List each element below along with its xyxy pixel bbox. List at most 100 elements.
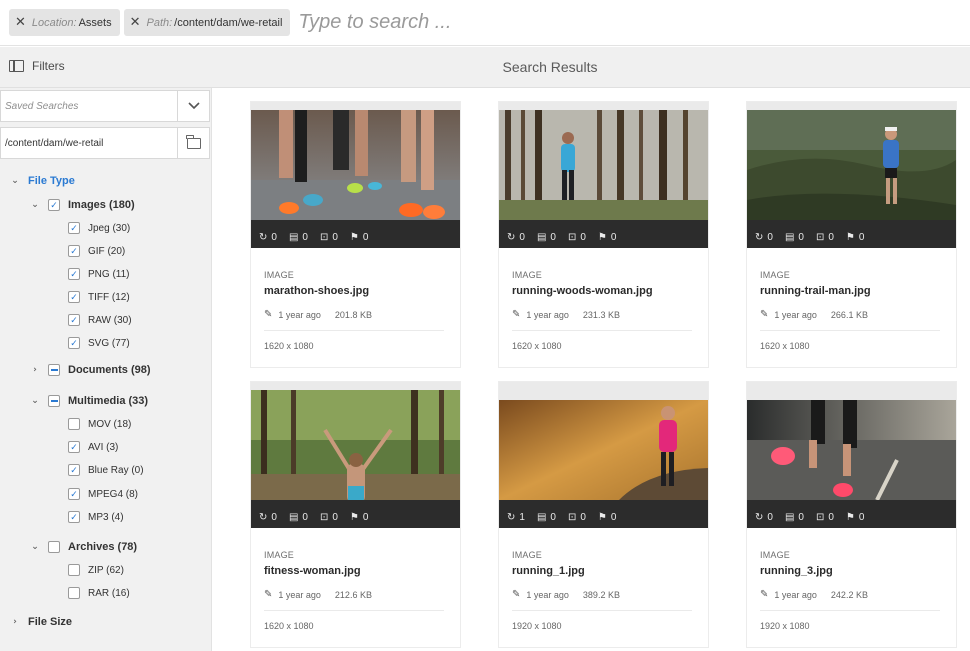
refresh-icon: ↻ — [507, 511, 516, 523]
rar-checkbox[interactable] — [68, 587, 80, 599]
chevron-right-icon[interactable]: › — [30, 365, 40, 375]
comment-stat: ▤ 0 — [288, 511, 308, 523]
filters-toggle-button[interactable]: Filters — [9, 59, 65, 73]
comment-stat: ▤ 0 — [536, 231, 556, 243]
filter-option-jpeg[interactable]: ✓ Jpeg (30) — [68, 222, 130, 234]
filter-option-label: Blue Ray (0) — [88, 464, 144, 476]
asset-type: IMAGE — [264, 550, 295, 560]
filter-option-mpeg4[interactable]: ✓ MPEG4 (8) — [68, 488, 138, 500]
annotation-icon: ⊡ — [567, 511, 577, 523]
saved-searches-select[interactable]: Saved Searches — [0, 90, 210, 122]
asset-thumbnail[interactable]: ↻ 0 ▤ 0 ⊡ 0 ⚑ 0 — [251, 382, 460, 528]
path-field[interactable]: /content/dam/we-retail — [0, 127, 210, 159]
filters-label: Filters — [32, 59, 65, 73]
path-tag[interactable]: ✕ Path: /content/dam/we-retail — [123, 9, 291, 36]
zip-checkbox[interactable] — [68, 564, 80, 576]
asset-thumbnail[interactable]: ↻ 0 ▤ 0 ⊡ 0 ⚑ 0 — [499, 102, 708, 248]
asset-thumbnail[interactable]: ↻ 0 ▤ 0 ⊡ 0 ⚑ 0 — [747, 382, 956, 528]
mpeg4-checkbox[interactable]: ✓ — [68, 488, 80, 500]
asset-thumbnail[interactable]: ↻ 0 ▤ 0 ⊡ 0 ⚑ 0 — [251, 102, 460, 248]
filter-option-label: TIFF (12) — [88, 291, 130, 303]
asset-thumbnail[interactable]: ↻ 1 ▤ 0 ⊡ 0 ⚑ 0 — [499, 382, 708, 528]
annotation-icon: ⊡ — [567, 231, 577, 243]
filter-option-rar[interactable]: RAR (16) — [68, 587, 130, 599]
remove-path-tag-icon[interactable]: ✕ — [130, 15, 141, 30]
annotation-stat: ⊡ 0 — [567, 511, 586, 523]
location-tag[interactable]: ✕ Location: Assets — [9, 9, 120, 36]
asset-card[interactable]: ↻ 0 ▤ 0 ⊡ 0 ⚑ 0 IMAGE fitness-woman.jpg ✎ 1 y… — [251, 382, 460, 647]
tiff-checkbox[interactable]: ✓ — [68, 291, 80, 303]
asset-name[interactable]: running_1.jpg — [512, 565, 702, 577]
file-type-section[interactable]: ⌄ File Type — [10, 175, 75, 187]
avi-checkbox[interactable]: ✓ — [68, 441, 80, 453]
filter-option-svg[interactable]: ✓ SVG (77) — [68, 337, 130, 349]
divider — [760, 610, 940, 611]
asset-size: 242.2 KB — [830, 589, 868, 600]
gif-checkbox[interactable]: ✓ — [68, 245, 80, 257]
documents-checkbox[interactable] — [48, 364, 60, 376]
filter-option-gif[interactable]: ✓ GIF (20) — [68, 245, 125, 257]
version-stat: ↻ 1 — [507, 511, 525, 523]
refresh-icon: ↻ — [259, 231, 268, 243]
chevron-down-icon[interactable]: ⌄ — [30, 396, 40, 406]
archives-group[interactable]: ⌄ Archives (78) — [30, 541, 137, 553]
filter-option-tiff[interactable]: ✓ TIFF (12) — [68, 291, 130, 303]
asset-name[interactable]: running-woods-woman.jpg — [512, 285, 702, 297]
asset-type: IMAGE — [512, 550, 543, 560]
path-browser-button[interactable] — [177, 128, 209, 158]
documents-label: Documents (98) — [68, 364, 151, 376]
raw-checkbox[interactable]: ✓ — [68, 314, 80, 326]
chevron-right-icon[interactable]: › — [10, 617, 20, 627]
asset-card[interactable]: ↻ 1 ▤ 0 ⊡ 0 ⚑ 0 IMAGE running_1.jpg ✎ 1 year … — [499, 382, 708, 647]
filter-option-label: AVI (3) — [88, 441, 119, 453]
asset-card[interactable]: ↻ 0 ▤ 0 ⊡ 0 ⚑ 0 IMAGE running_3.jpg ✎ 1 year … — [747, 382, 956, 647]
asset-meta: IMAGE fitness-woman.jpg ✎ 1 year ago 212.6… — [264, 550, 454, 631]
asset-card[interactable]: ↻ 0 ▤ 0 ⊡ 0 ⚑ 0 IMAGE marathon-shoes.jpg ✎ 1 … — [251, 102, 460, 367]
annotation-stat: ⊡ 0 — [815, 231, 834, 243]
chevron-down-icon[interactable]: ⌄ — [30, 542, 40, 552]
asset-stats-bar: ↻ 0 ▤ 0 ⊡ 0 ⚑ 0 — [499, 220, 708, 248]
asset-modified: ✎ 1 year ago 201.8 KB — [264, 309, 372, 320]
asset-card[interactable]: ↻ 0 ▤ 0 ⊡ 0 ⚑ 0 IMAGE running-woods-woman.jp… — [499, 102, 708, 367]
file-size-section[interactable]: › File Size — [10, 616, 72, 628]
filter-option-png[interactable]: ✓ PNG (11) — [68, 268, 130, 280]
path-value[interactable]: /content/dam/we-retail — [1, 138, 177, 149]
asset-name[interactable]: running-trail-man.jpg — [760, 285, 950, 297]
asset-stats-bar: ↻ 0 ▤ 0 ⊡ 0 ⚑ 0 — [747, 220, 956, 248]
chevron-down-icon[interactable]: ⌄ — [10, 176, 20, 186]
multimedia-group[interactable]: ⌄ Multimedia (33) — [30, 395, 148, 407]
filter-option-raw[interactable]: ✓ RAW (30) — [68, 314, 132, 326]
asset-name[interactable]: marathon-shoes.jpg — [264, 285, 454, 297]
comment-icon: ▤ — [288, 231, 299, 243]
filter-option-mov[interactable]: MOV (18) — [68, 418, 131, 430]
chevron-down-icon[interactable]: ⌄ — [30, 200, 40, 210]
task-stat: ⚑ 0 — [597, 231, 617, 243]
asset-thumbnail[interactable]: ↻ 0 ▤ 0 ⊡ 0 ⚑ 0 — [747, 102, 956, 248]
search-input[interactable] — [298, 11, 899, 34]
asset-card[interactable]: ↻ 0 ▤ 0 ⊡ 0 ⚑ 0 IMAGE running-trail-man.jpg … — [747, 102, 956, 367]
filter-option-blue-ray[interactable]: ✓ Blue Ray (0) — [68, 464, 144, 476]
images-checkbox[interactable]: ✓ — [48, 199, 60, 211]
png-checkbox[interactable]: ✓ — [68, 268, 80, 280]
mp3-checkbox[interactable]: ✓ — [68, 511, 80, 523]
remove-location-tag-icon[interactable]: ✕ — [15, 15, 26, 30]
images-group[interactable]: ⌄ ✓ Images (180) — [30, 199, 135, 211]
comment-icon: ▤ — [536, 231, 547, 243]
filter-option-avi[interactable]: ✓ AVI (3) — [68, 441, 118, 453]
asset-type: IMAGE — [264, 270, 295, 280]
multimedia-checkbox[interactable] — [48, 395, 60, 407]
svg-checkbox[interactable]: ✓ — [68, 337, 80, 349]
asset-name[interactable]: fitness-woman.jpg — [264, 565, 454, 577]
mov-checkbox[interactable] — [68, 418, 80, 430]
flag-icon: ⚑ — [597, 511, 607, 523]
filter-option-zip[interactable]: ZIP (62) — [68, 564, 124, 576]
jpeg-checkbox[interactable]: ✓ — [68, 222, 80, 234]
asset-dimensions: 1620 x 1080 — [760, 341, 810, 351]
documents-group[interactable]: › Documents (98) — [30, 364, 151, 376]
archives-checkbox[interactable] — [48, 541, 60, 553]
chevron-down-icon[interactable] — [177, 91, 209, 121]
images-label: Images (180) — [68, 199, 135, 211]
asset-name[interactable]: running_3.jpg — [760, 565, 950, 577]
blue-ray-checkbox[interactable]: ✓ — [68, 464, 80, 476]
filter-option-mp3[interactable]: ✓ MP3 (4) — [68, 511, 124, 523]
